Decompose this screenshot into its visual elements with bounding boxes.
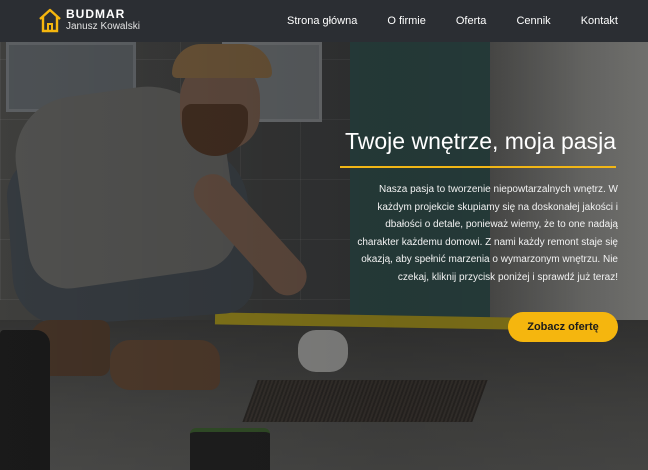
title-divider — [340, 166, 616, 168]
brand-owner: Janusz Kowalski — [66, 21, 140, 32]
see-offer-button[interactable]: Zobacz ofertę — [508, 312, 618, 342]
logo[interactable]: BUDMAR Janusz Kowalski — [38, 7, 140, 33]
brand: BUDMAR Janusz Kowalski — [66, 8, 140, 32]
nav-home[interactable]: Strona główna — [287, 15, 357, 27]
brand-name: BUDMAR — [66, 7, 126, 21]
main-nav: Strona główna O firmie Oferta Cennik Kon… — [287, 0, 618, 42]
nav-contact[interactable]: Kontakt — [581, 15, 618, 27]
hero-title: Twoje wnętrze, moja pasja — [344, 128, 616, 154]
nav-about[interactable]: O firmie — [387, 15, 426, 27]
nav-pricing[interactable]: Cennik — [516, 15, 550, 27]
navbar: BUDMAR Janusz Kowalski Strona główna O f… — [0, 0, 648, 42]
nav-offer[interactable]: Oferta — [456, 15, 487, 27]
hero-description: Nasza pasja to tworzenie niepowtarzalnyc… — [357, 184, 618, 283]
house-icon — [39, 8, 61, 33]
